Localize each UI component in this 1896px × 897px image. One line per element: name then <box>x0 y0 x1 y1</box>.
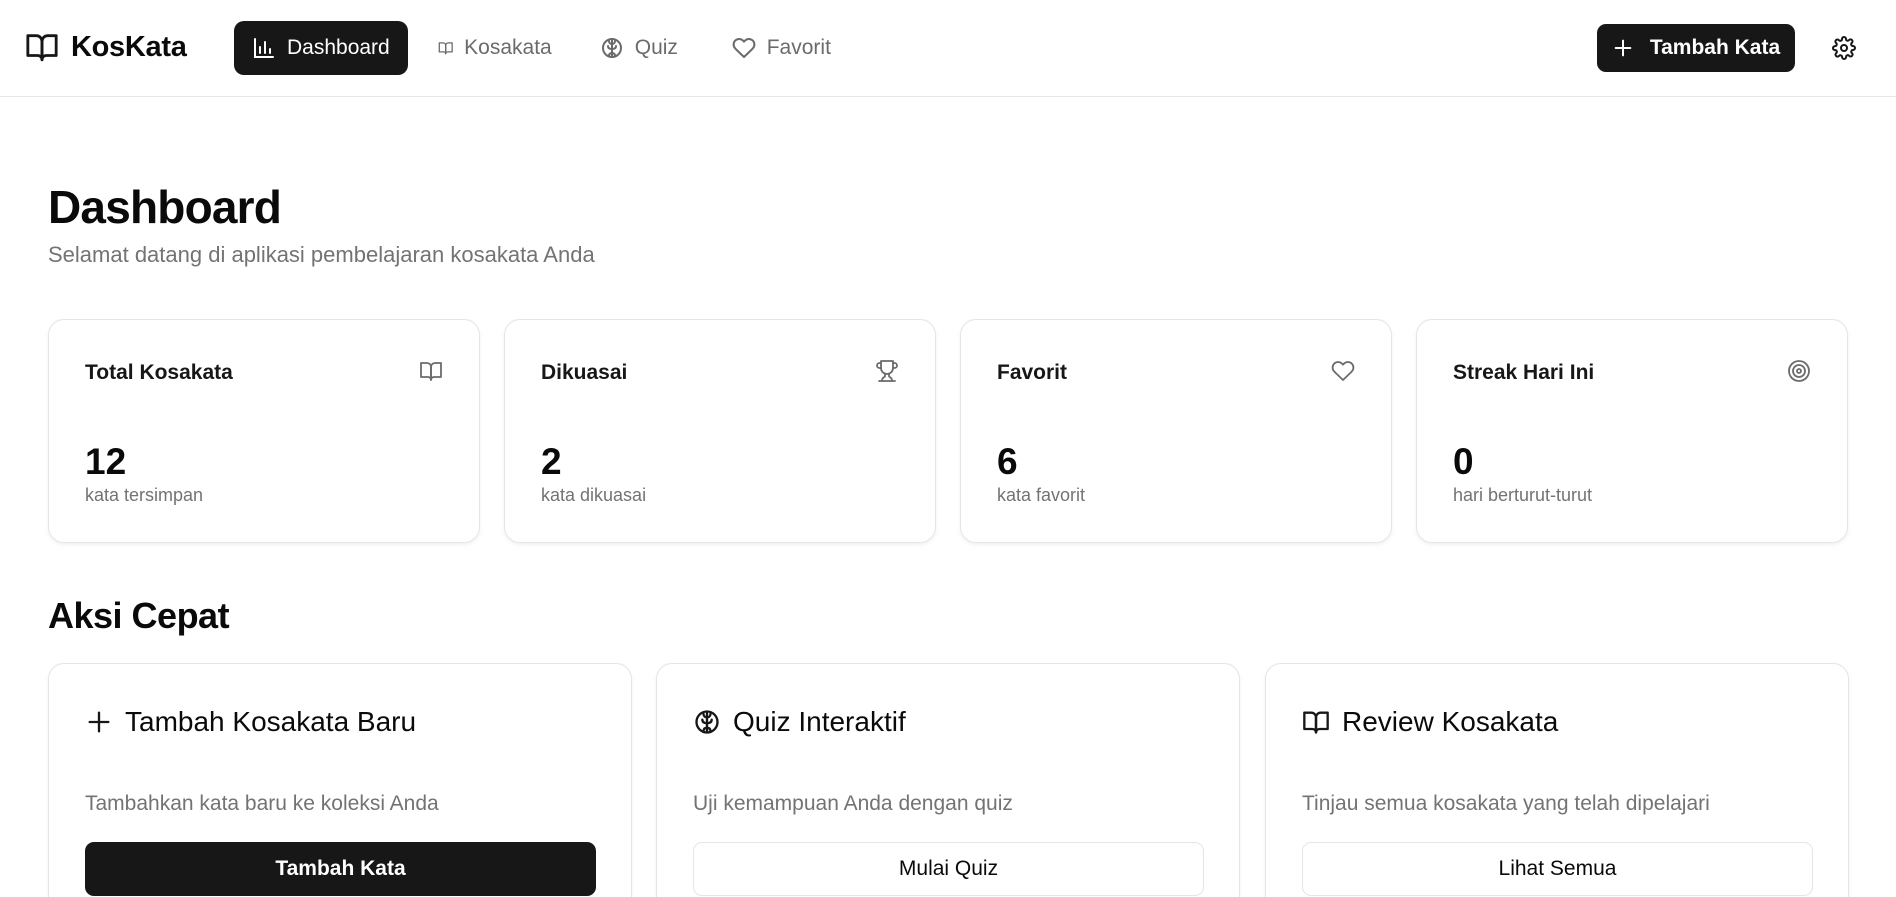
brain-icon <box>601 38 622 58</box>
book-open-icon <box>438 42 453 55</box>
stat-caption: kata dikuasai <box>541 485 647 505</box>
action-card-desc: Tinjau semua kosakata yang telah dipelaj… <box>1302 792 1710 815</box>
action-card-review: Review Kosakata Tinjau semua kosakata ya… <box>1265 663 1849 897</box>
book-open-icon <box>1303 711 1329 734</box>
nav-kosakata-label: Kosakata <box>464 36 552 59</box>
page-subtitle: Selamat datang di aplikasi pembelajaran … <box>48 242 595 267</box>
page-title: Dashboard <box>48 181 282 233</box>
action-card-desc: Tambahkan kata baru ke koleksi Anda <box>85 792 439 815</box>
stat-title: Dikuasai <box>541 361 628 384</box>
action-card-desc: Uji kemampuan Anda dengan quiz <box>693 792 1013 815</box>
stat-caption: kata tersimpan <box>85 485 204 505</box>
stat-title: Total Kosakata <box>85 361 233 384</box>
brain-icon <box>695 710 719 734</box>
stat-caption: hari berturut-turut <box>1453 485 1593 505</box>
add-word-card-button[interactable]: Tambah Kata <box>85 842 596 896</box>
stat-card-total-kosakata: Total Kosakata 12 kata tersimpan <box>48 319 480 543</box>
nav-favorit-label: Favorit <box>766 36 831 59</box>
view-all-button[interactable]: Lihat Semua <box>1302 842 1813 896</box>
nav-favorit[interactable]: Favorit <box>714 21 849 75</box>
stat-title: Favorit <box>997 361 1068 384</box>
book-open-icon <box>420 362 442 381</box>
bar-chart-icon <box>254 38 274 58</box>
stat-card-dikuasai: Dikuasai 2 kata dikuasai <box>504 319 936 543</box>
book-open-icon <box>26 34 58 62</box>
quick-actions-title: Aksi Cepat <box>48 595 230 636</box>
main-nav: Dashboard Kosakata Quiz Favorit <box>234 21 849 75</box>
action-card-title: Tambah Kosakata Baru <box>125 706 417 737</box>
stat-value: 12 <box>85 441 127 482</box>
stat-caption: kata favorit <box>997 485 1086 505</box>
brand[interactable]: KosKata <box>25 30 187 64</box>
target-icon <box>1788 360 1810 382</box>
action-card-header: Tambah Kosakata Baru <box>85 706 416 738</box>
heart-icon <box>732 38 756 58</box>
nav-quiz[interactable]: Quiz <box>582 21 702 75</box>
stat-value: 6 <box>997 441 1018 482</box>
action-card-title: Review Kosakata <box>1342 706 1559 737</box>
action-card-header: Review Kosakata <box>1302 706 1558 738</box>
start-quiz-button[interactable]: Mulai Quiz <box>693 842 1204 896</box>
nav-kosakata[interactable]: Kosakata <box>420 21 570 75</box>
brand-name: KosKata <box>71 30 187 63</box>
plus-icon <box>1614 39 1632 57</box>
action-card-add-word: Tambah Kosakata Baru Tambahkan kata baru… <box>48 663 632 897</box>
trophy-icon <box>876 360 898 382</box>
stat-card-favorit: Favorit 6 kata favorit <box>960 319 1392 543</box>
plus-icon <box>88 711 110 733</box>
add-word-button[interactable]: Tambah Kata <box>1597 24 1795 72</box>
action-card-quiz: Quiz Interaktif Uji kemampuan Anda denga… <box>656 663 1240 897</box>
stat-value: 0 <box>1453 441 1474 482</box>
stat-card-streak: Streak Hari Ini 0 hari berturut-turut <box>1416 319 1848 543</box>
nav-dashboard[interactable]: Dashboard <box>234 21 408 75</box>
nav-quiz-label: Quiz <box>634 36 678 59</box>
add-word-button-label: Tambah Kata <box>1649 36 1781 59</box>
stat-title: Streak Hari Ini <box>1453 361 1595 384</box>
action-card-header: Quiz Interaktif <box>693 706 906 738</box>
nav-dashboard-label: Dashboard <box>287 36 390 59</box>
top-navbar: KosKata Dashboard Kosakata Quiz Favorit … <box>0 0 1896 97</box>
gear-icon[interactable] <box>1832 36 1856 60</box>
action-card-title: Quiz Interaktif <box>733 706 906 737</box>
heart-icon <box>1331 361 1355 381</box>
stat-value: 2 <box>541 441 562 482</box>
